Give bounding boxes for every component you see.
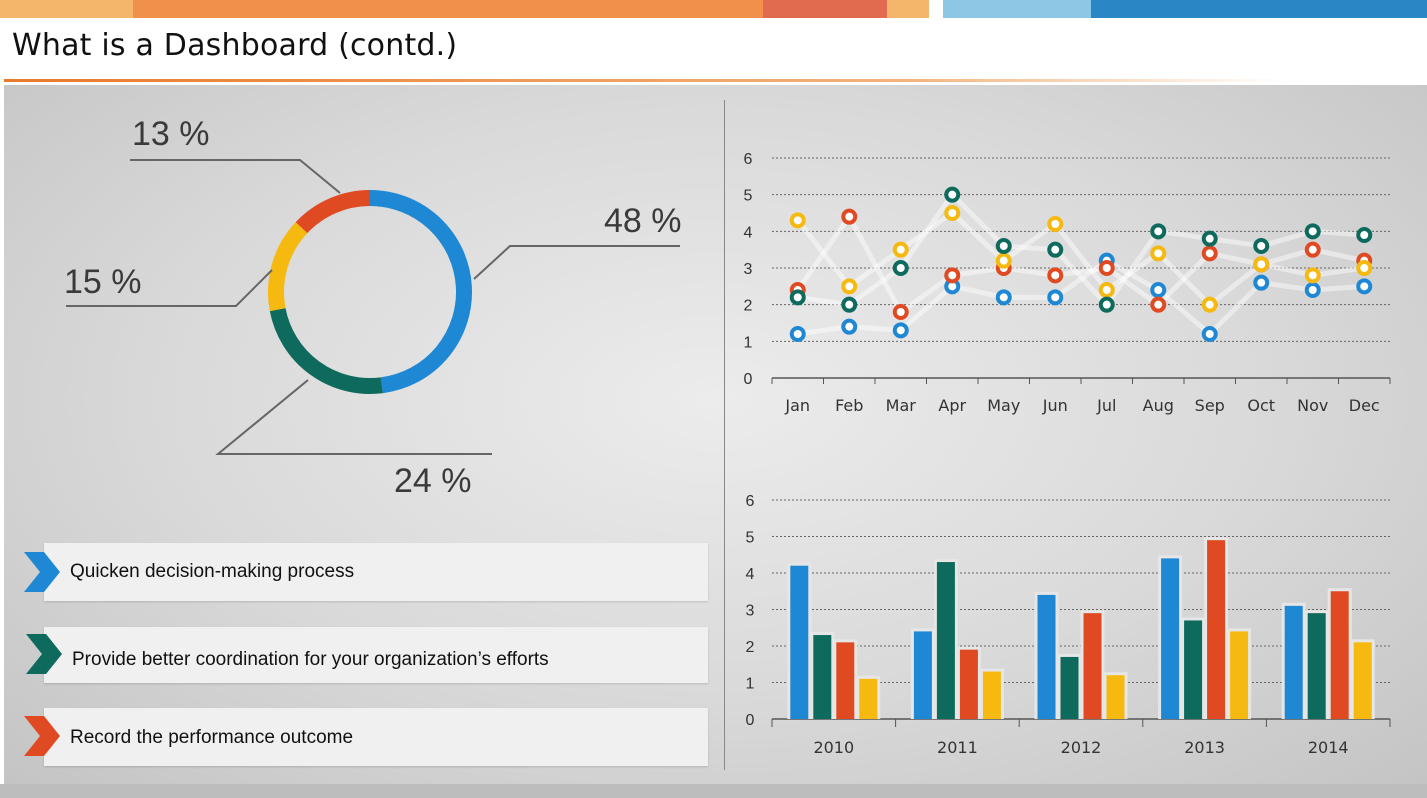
bar	[959, 649, 978, 719]
data-point	[789, 289, 806, 306]
x-tick-label: 2013	[1184, 738, 1225, 757]
data-point	[841, 278, 858, 295]
data-point	[995, 289, 1012, 306]
data-point	[1047, 267, 1064, 284]
data-point	[1356, 278, 1373, 295]
data-point	[1047, 241, 1064, 258]
data-point	[1253, 274, 1270, 291]
x-tick-label: Mar	[886, 396, 917, 415]
data-point	[995, 238, 1012, 254]
data-point	[1304, 267, 1321, 284]
data-point	[1098, 260, 1115, 276]
data-point	[1150, 296, 1167, 313]
scatter-chart: 0 1 2 3 4 5 6 Jan Feb Mar Apr May Jun Jul Aug Sep Oct Nov…	[744, 151, 1391, 415]
data-point	[1150, 245, 1167, 262]
data-point	[892, 241, 909, 258]
bar	[1106, 675, 1125, 719]
y-tick-label: 2	[744, 298, 753, 315]
y-tick-label: 6	[746, 493, 755, 510]
bar	[1207, 540, 1226, 719]
data-point	[1201, 230, 1218, 247]
x-tick-label: Oct	[1247, 396, 1275, 415]
y-tick-label: 3	[744, 261, 753, 278]
x-tick-label: Jun	[1042, 396, 1068, 415]
data-point	[892, 304, 909, 320]
bar	[936, 562, 955, 719]
y-tick-label: 0	[744, 371, 753, 388]
bar	[1284, 605, 1303, 719]
data-point	[1201, 245, 1218, 262]
x-tick-label: 2010	[813, 738, 854, 757]
bar	[1353, 642, 1372, 719]
x-tick-label: 2011	[937, 738, 978, 757]
x-tick-label: Nov	[1297, 396, 1328, 415]
bar	[1083, 613, 1102, 719]
data-point	[892, 260, 909, 276]
data-point	[944, 186, 961, 203]
data-point	[1098, 296, 1115, 313]
bar	[982, 671, 1001, 719]
data-point	[1304, 223, 1321, 240]
y-tick-label: 0	[746, 712, 755, 729]
data-point	[1356, 227, 1373, 243]
data-point	[1253, 256, 1270, 273]
x-tick-label: Feb	[835, 396, 863, 415]
data-point	[1304, 282, 1321, 298]
y-tick-label: 1	[744, 334, 753, 351]
bar	[1184, 620, 1203, 719]
data-point	[841, 296, 858, 313]
bar	[790, 565, 809, 719]
data-point	[841, 318, 858, 335]
y-tick-label: 4	[746, 566, 755, 583]
data-point	[1150, 223, 1167, 240]
data-point	[1098, 282, 1115, 298]
x-tick-label: 2014	[1308, 738, 1349, 757]
y-tick-label: 2	[746, 639, 755, 656]
bar-chart: 0 1 2 3 4 5 6 2010 2011 2012 2013 2014	[746, 493, 1391, 757]
bar	[859, 678, 878, 719]
series-line	[797, 190, 1365, 309]
bar	[1330, 591, 1349, 719]
data-point	[1253, 238, 1270, 254]
data-point	[789, 212, 806, 229]
data-point	[892, 322, 909, 339]
data-point	[995, 252, 1012, 269]
x-tick-label: Jan	[784, 396, 810, 415]
x-tick-label: Aug	[1143, 396, 1174, 415]
data-point	[841, 208, 858, 225]
data-point	[1047, 216, 1064, 232]
bar	[1060, 656, 1079, 719]
bar	[1230, 631, 1249, 719]
bar	[1307, 613, 1326, 719]
bar	[813, 635, 832, 719]
y-tick-label: 5	[746, 530, 755, 547]
data-point	[1356, 260, 1373, 276]
y-tick-label: 3	[746, 603, 755, 620]
data-point	[944, 205, 961, 221]
charts-area: 0 1 2 3 4 5 6 Jan Feb Mar Apr May Jun Jul Aug Sep Oct Nov…	[744, 151, 1391, 757]
y-tick-label: 5	[744, 188, 753, 205]
x-tick-label: Jul	[1096, 396, 1116, 415]
x-tick-label: 2012	[1061, 738, 1102, 757]
y-tick-label: 4	[744, 224, 753, 241]
bar	[1161, 558, 1180, 719]
y-tick-label: 6	[744, 151, 753, 168]
bar	[1037, 594, 1056, 719]
data-point	[1047, 289, 1064, 306]
data-point	[789, 326, 806, 342]
x-tick-label: Apr	[938, 396, 966, 415]
x-tick-label: Dec	[1349, 396, 1380, 415]
data-point	[1304, 241, 1321, 258]
bar	[913, 631, 932, 719]
data-point	[1201, 296, 1218, 313]
data-point	[1201, 326, 1218, 342]
bar	[836, 642, 855, 719]
data-point	[1150, 282, 1167, 298]
x-tick-label: May	[987, 396, 1020, 415]
y-tick-label: 1	[746, 676, 755, 693]
x-tick-label: Sep	[1195, 396, 1225, 415]
data-point	[944, 267, 961, 284]
